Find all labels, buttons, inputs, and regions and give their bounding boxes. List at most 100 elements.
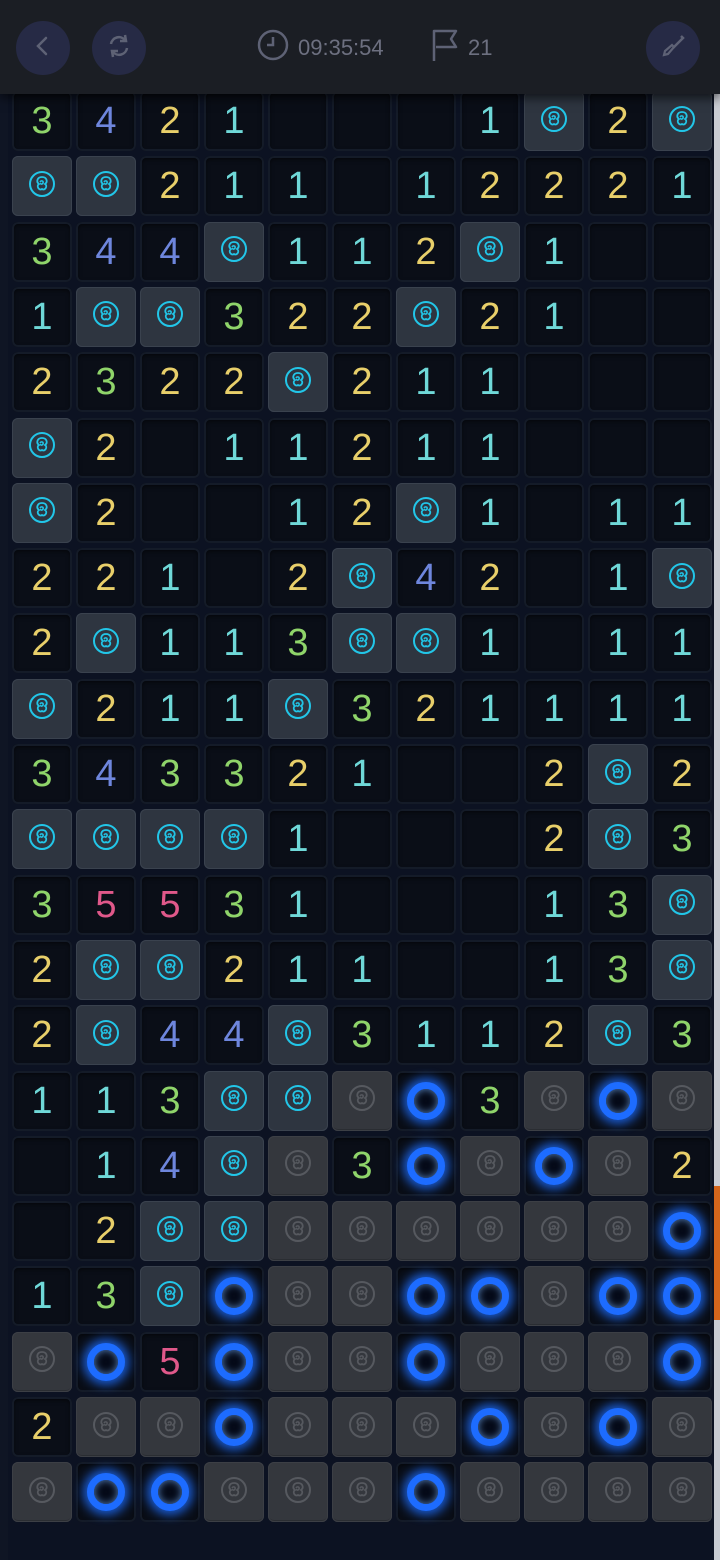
mine-cell[interactable] [396,1331,456,1392]
unrevealed-cell[interactable] [204,1462,264,1523]
empty-cell[interactable] [332,809,392,870]
number-cell[interactable]: 1 [204,613,264,674]
restart-button[interactable] [92,21,146,75]
number-cell[interactable]: 3 [332,1135,392,1196]
number-cell[interactable]: 3 [332,1005,392,1066]
number-cell[interactable]: 1 [588,678,648,739]
unrevealed-cell[interactable] [460,1331,520,1392]
number-cell[interactable]: 1 [396,1005,456,1066]
unrevealed-cell[interactable] [396,1397,456,1457]
empty-cell[interactable] [588,417,648,478]
number-cell[interactable]: 1 [460,417,520,478]
mine-cell[interactable] [524,1135,584,1196]
mine-cell[interactable] [588,1070,648,1131]
unrevealed-cell[interactable] [652,1462,712,1523]
number-cell[interactable]: 1 [204,678,264,739]
number-cell[interactable]: 1 [588,548,648,609]
number-cell[interactable]: 5 [140,1331,200,1392]
empty-cell[interactable] [396,939,456,1000]
mine-cell[interactable] [396,1135,456,1196]
number-cell[interactable]: 5 [140,874,200,935]
number-cell[interactable]: 2 [268,286,328,347]
unrevealed-cell[interactable] [524,1397,584,1457]
number-cell[interactable]: 2 [524,744,584,804]
number-cell[interactable]: 1 [268,482,328,543]
number-cell[interactable]: 1 [588,613,648,674]
number-cell[interactable]: 1 [332,744,392,804]
unrevealed-cell[interactable] [524,1331,584,1392]
number-cell[interactable]: 2 [76,417,136,478]
number-cell[interactable]: 1 [396,156,456,217]
number-cell[interactable]: 1 [140,613,200,674]
number-cell[interactable]: 2 [396,678,456,739]
flagged-cell[interactable] [204,1135,264,1196]
unrevealed-cell[interactable] [332,1070,392,1131]
number-cell[interactable]: 4 [140,1005,200,1066]
flagged-cell[interactable] [12,809,72,870]
number-cell[interactable]: 1 [396,352,456,413]
unrevealed-cell[interactable] [524,1266,584,1327]
number-cell[interactable]: 2 [524,156,584,217]
number-cell[interactable]: 3 [588,939,648,1000]
number-cell[interactable]: 2 [12,613,72,674]
number-cell[interactable]: 2 [524,1005,584,1066]
unrevealed-cell[interactable] [268,1397,328,1457]
flagged-cell[interactable] [332,613,392,674]
flagged-cell[interactable] [76,1005,136,1066]
mine-cell[interactable] [76,1462,136,1523]
empty-cell[interactable] [652,221,712,282]
number-cell[interactable]: 2 [12,1397,72,1457]
flagged-cell[interactable] [332,548,392,609]
number-cell[interactable]: 4 [76,91,136,151]
number-cell[interactable]: 3 [12,91,72,151]
number-cell[interactable]: 3 [588,874,648,935]
flagged-cell[interactable] [396,286,456,347]
number-cell[interactable]: 1 [524,874,584,935]
number-cell[interactable]: 2 [12,352,72,413]
number-cell[interactable]: 1 [268,221,328,282]
number-cell[interactable]: 1 [12,286,72,347]
number-cell[interactable]: 1 [268,417,328,478]
unrevealed-cell[interactable] [268,1201,328,1262]
empty-cell[interactable] [524,548,584,609]
unrevealed-cell[interactable] [268,1135,328,1196]
mine-cell[interactable] [460,1266,520,1327]
empty-cell[interactable] [396,809,456,870]
empty-cell[interactable] [140,417,200,478]
number-cell[interactable]: 1 [12,1266,72,1327]
number-cell[interactable]: 2 [652,1135,712,1196]
number-cell[interactable]: 3 [652,809,712,870]
flagged-cell[interactable] [396,613,456,674]
unrevealed-cell[interactable] [332,1331,392,1392]
unrevealed-cell[interactable] [268,1266,328,1327]
number-cell[interactable]: 2 [588,156,648,217]
number-cell[interactable]: 2 [140,91,200,151]
unrevealed-cell[interactable] [652,1070,712,1131]
flagged-cell[interactable] [268,1005,328,1066]
number-cell[interactable]: 1 [76,1135,136,1196]
unrevealed-cell[interactable] [268,1331,328,1392]
number-cell[interactable]: 3 [460,1070,520,1131]
unrevealed-cell[interactable] [460,1135,520,1196]
number-cell[interactable]: 2 [332,482,392,543]
number-cell[interactable]: 3 [140,1070,200,1131]
unrevealed-cell[interactable] [588,1462,648,1523]
number-cell[interactable]: 1 [332,939,392,1000]
number-cell[interactable]: 1 [460,613,520,674]
empty-cell[interactable] [396,91,456,151]
mine-cell[interactable] [588,1266,648,1327]
mine-cell[interactable] [588,1397,648,1457]
flagged-cell[interactable] [588,809,648,870]
flagged-cell[interactable] [76,613,136,674]
empty-cell[interactable] [524,417,584,478]
number-cell[interactable]: 2 [460,548,520,609]
number-cell[interactable]: 1 [652,613,712,674]
mine-cell[interactable] [396,1462,456,1523]
flagged-cell[interactable] [12,417,72,478]
number-cell[interactable]: 2 [524,809,584,870]
flagged-cell[interactable] [140,809,200,870]
number-cell[interactable]: 2 [332,352,392,413]
number-cell[interactable]: 2 [76,548,136,609]
number-cell[interactable]: 1 [396,417,456,478]
empty-cell[interactable] [588,352,648,413]
